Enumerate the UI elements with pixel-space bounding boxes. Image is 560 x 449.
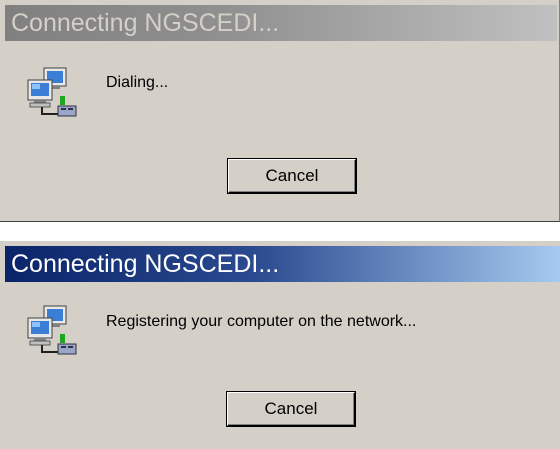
connecting-dialog-dialing: Connecting NGSCEDI... Dialing... Cancel bbox=[0, 0, 560, 222]
network-connection-icon bbox=[27, 67, 77, 117]
dialog-title-bar[interactable]: Connecting NGSCEDI... bbox=[5, 5, 557, 41]
cancel-button[interactable]: Cancel bbox=[226, 391, 356, 427]
connecting-dialog-registering: Connecting NGSCEDI... Registering your c… bbox=[0, 241, 560, 449]
network-connection-icon bbox=[27, 305, 77, 355]
dialog-title-bar[interactable]: Connecting NGSCEDI... bbox=[5, 246, 560, 282]
cancel-button[interactable]: Cancel bbox=[227, 158, 357, 194]
connection-status-text: Dialing... bbox=[106, 74, 169, 91]
connection-status-text: Registering your computer on the network… bbox=[106, 313, 417, 330]
